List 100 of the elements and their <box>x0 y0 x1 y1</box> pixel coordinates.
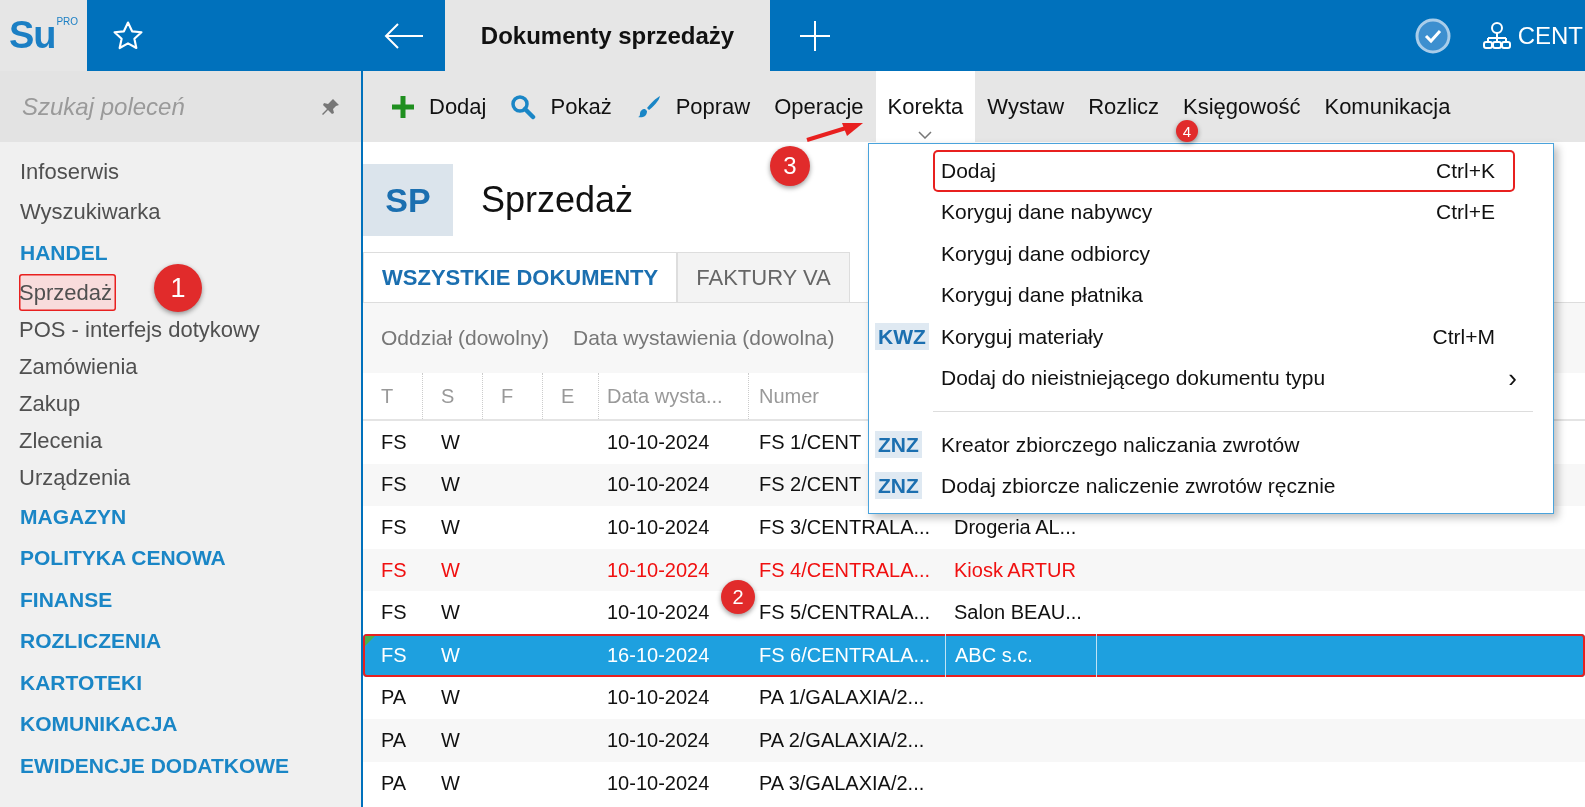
view-tab[interactable]: WSZYSTKIE DOKUMENTY <box>363 252 678 302</box>
table-cell: PA 3/GALAXIA/2... <box>759 771 925 794</box>
sidebar-item[interactable]: Infoserwis <box>0 152 140 192</box>
branch-button[interactable]: CENT <box>1481 20 1583 51</box>
table-cell: ABC s.c. <box>955 643 1033 667</box>
sidebar-section[interactable]: ROZLICZENIA <box>0 620 182 662</box>
table-cell: W <box>441 771 460 794</box>
table-cell: 10-10-2024 <box>607 558 710 581</box>
menu-item-label: Dodaj zbiorcze naliczenie zwrotów ręcznie <box>941 474 1337 499</box>
caret-icon <box>918 131 933 139</box>
table-cell: W <box>441 516 460 538</box>
sidebar-section[interactable]: HANDEL <box>0 232 128 274</box>
table-cell: Salon BEAU... <box>954 601 1082 624</box>
sidebar-item[interactable]: Urządzenia <box>19 458 135 496</box>
toolbar-button[interactable]: Korekta <box>875 71 976 142</box>
sidebar-section[interactable]: FINANSE <box>0 578 133 620</box>
submenu-arrow: › <box>1508 362 1517 394</box>
module-badge: SP <box>363 164 453 236</box>
table-cell: W <box>441 643 460 666</box>
menu-item-label: Kreator zbiorczego naliczania zwrotów <box>941 432 1301 457</box>
back-button[interactable] <box>383 21 425 50</box>
menu-item[interactable]: ZNZ Dodaj zbiorcze naliczenie zwrotów ręcznie <box>875 465 1515 507</box>
table-cell: FS 3/CENTRALA... <box>759 516 931 538</box>
toolbar-button[interactable]: Wystaw <box>975 92 1077 121</box>
table-cell: FS 2/CENT <box>759 473 862 496</box>
sidebar-item[interactable]: Zamówienia <box>19 347 142 385</box>
shortcut-label: Ctrl+K <box>1436 158 1495 183</box>
toolbar-button[interactable]: Pokaż <box>498 92 624 121</box>
sidebar-section[interactable]: MAGAZYN <box>0 495 147 537</box>
table-cell: FS <box>381 601 407 624</box>
shortcut-label: Ctrl+M <box>1432 324 1495 349</box>
menu-item[interactable]: Koryguj dane nabywcy Ctrl+E <box>875 191 1515 233</box>
sidebar-section[interactable]: POLITYKA CENOWA <box>0 537 246 579</box>
table-cell: PA 1/GALAXIA/2... <box>759 686 925 709</box>
menu-item[interactable]: ZNZ Kreator zbiorczego naliczania zwrotów <box>875 424 1515 466</box>
table-cell: FS <box>381 516 407 538</box>
menu-item[interactable]: Dodaj Ctrl+K <box>933 150 1515 192</box>
toolbar-button[interactable]: Popraw <box>623 92 763 121</box>
table-cell: 10-10-2024 <box>607 473 710 496</box>
corner-marker-icon <box>365 635 375 646</box>
filter-button[interactable]: Data wystawienia (dowolna) <box>573 326 835 350</box>
plus-icon <box>391 94 415 119</box>
table-cell: 10-10-2024 <box>607 601 710 624</box>
menu-item[interactable]: Koryguj dane odbiorcy <box>875 233 1515 275</box>
menu-item[interactable]: Koryguj dane płatnika <box>875 274 1515 316</box>
sidebar-section[interactable]: KARTOTEKI <box>0 661 163 703</box>
sidebar-item[interactable]: Zakup <box>19 384 85 422</box>
table-cell: 10-10-2024 <box>607 430 710 453</box>
filter-button[interactable]: Oddział (dowolny) <box>381 326 550 350</box>
table-cell: PA <box>381 771 407 794</box>
table-cell: Drogeria AL... <box>954 516 1077 538</box>
sidebar-section[interactable]: EWIDENCJE DODATKOWE <box>0 744 310 786</box>
menu-item-label: Koryguj dane odbiorcy <box>941 241 1151 266</box>
sidebar-item[interactable]: Zlecenia <box>19 421 107 459</box>
table-cell: 10-10-2024 <box>607 771 710 794</box>
document-tab[interactable]: Dokumenty sprzedaży <box>445 0 770 71</box>
search-field[interactable]: Szukaj poleceń <box>0 71 361 142</box>
toolbar-button[interactable]: Rozlicz <box>1076 92 1172 121</box>
table-cell: FS <box>381 430 407 453</box>
sidebar-item[interactable]: Wyszukiwarka <box>0 192 181 232</box>
table-cell: W <box>441 558 460 581</box>
table-cell: Kiosk ARTUR <box>954 558 1076 581</box>
menu-item-label: Koryguj dane płatnika <box>941 283 1144 308</box>
shortcut-label: Ctrl+E <box>1436 200 1495 225</box>
table-cell: FS 1/CENT <box>759 430 862 453</box>
table-cell: FS <box>381 643 407 666</box>
sidebar-item[interactable]: POS - interfejs dotykowy <box>19 310 264 348</box>
view-tab[interactable]: FAKTURY VA <box>677 252 850 302</box>
back-arrow-icon <box>383 21 425 50</box>
table-cell: FS 6/CENTRALA... <box>759 643 931 666</box>
document-type-badge: ZNZ <box>875 430 922 458</box>
edition-label: PRO <box>56 16 79 27</box>
table-cell: W <box>441 728 460 751</box>
pin-icon <box>321 96 341 117</box>
table-cell: PA <box>381 728 407 751</box>
toolbar-button[interactable]: Komunikacja <box>1312 92 1463 121</box>
plus-icon <box>799 19 831 52</box>
table-cell: 10-10-2024 <box>607 516 710 538</box>
menu-item[interactable]: KWZ Koryguj materiały Ctrl+M <box>875 316 1515 358</box>
table-cell: 10-10-2024 <box>607 728 710 751</box>
logo-text: Su <box>8 14 56 57</box>
network-icon <box>1481 20 1512 51</box>
search-icon <box>510 93 537 120</box>
search-input[interactable]: Szukaj poleceń <box>20 91 321 122</box>
table-cell: W <box>441 473 460 496</box>
table-cell: W <box>441 430 460 453</box>
table-cell: FS 5/CENTRALA... <box>759 601 931 624</box>
document-type-badge: KWZ <box>875 322 929 350</box>
menu-item-label: Koryguj dane nabywcy <box>941 200 1154 225</box>
step-marker: 2 <box>721 580 755 614</box>
table-cell: 16-10-2024 <box>607 643 710 666</box>
toolbar-button[interactable]: Księgowość <box>1171 92 1313 121</box>
page-title: Sprzedaż <box>481 179 634 221</box>
sidebar-section[interactable]: KOMUNIKACJA <box>0 703 198 745</box>
table-cell: FS 4/CENTRALA... <box>759 558 931 581</box>
toolbar-button[interactable]: Operacje <box>762 92 876 121</box>
table-cell: W <box>441 686 460 709</box>
toolbar-button[interactable]: Dodaj <box>379 92 499 121</box>
document-type-badge: ZNZ <box>875 472 922 500</box>
table-cell: W <box>441 601 460 624</box>
